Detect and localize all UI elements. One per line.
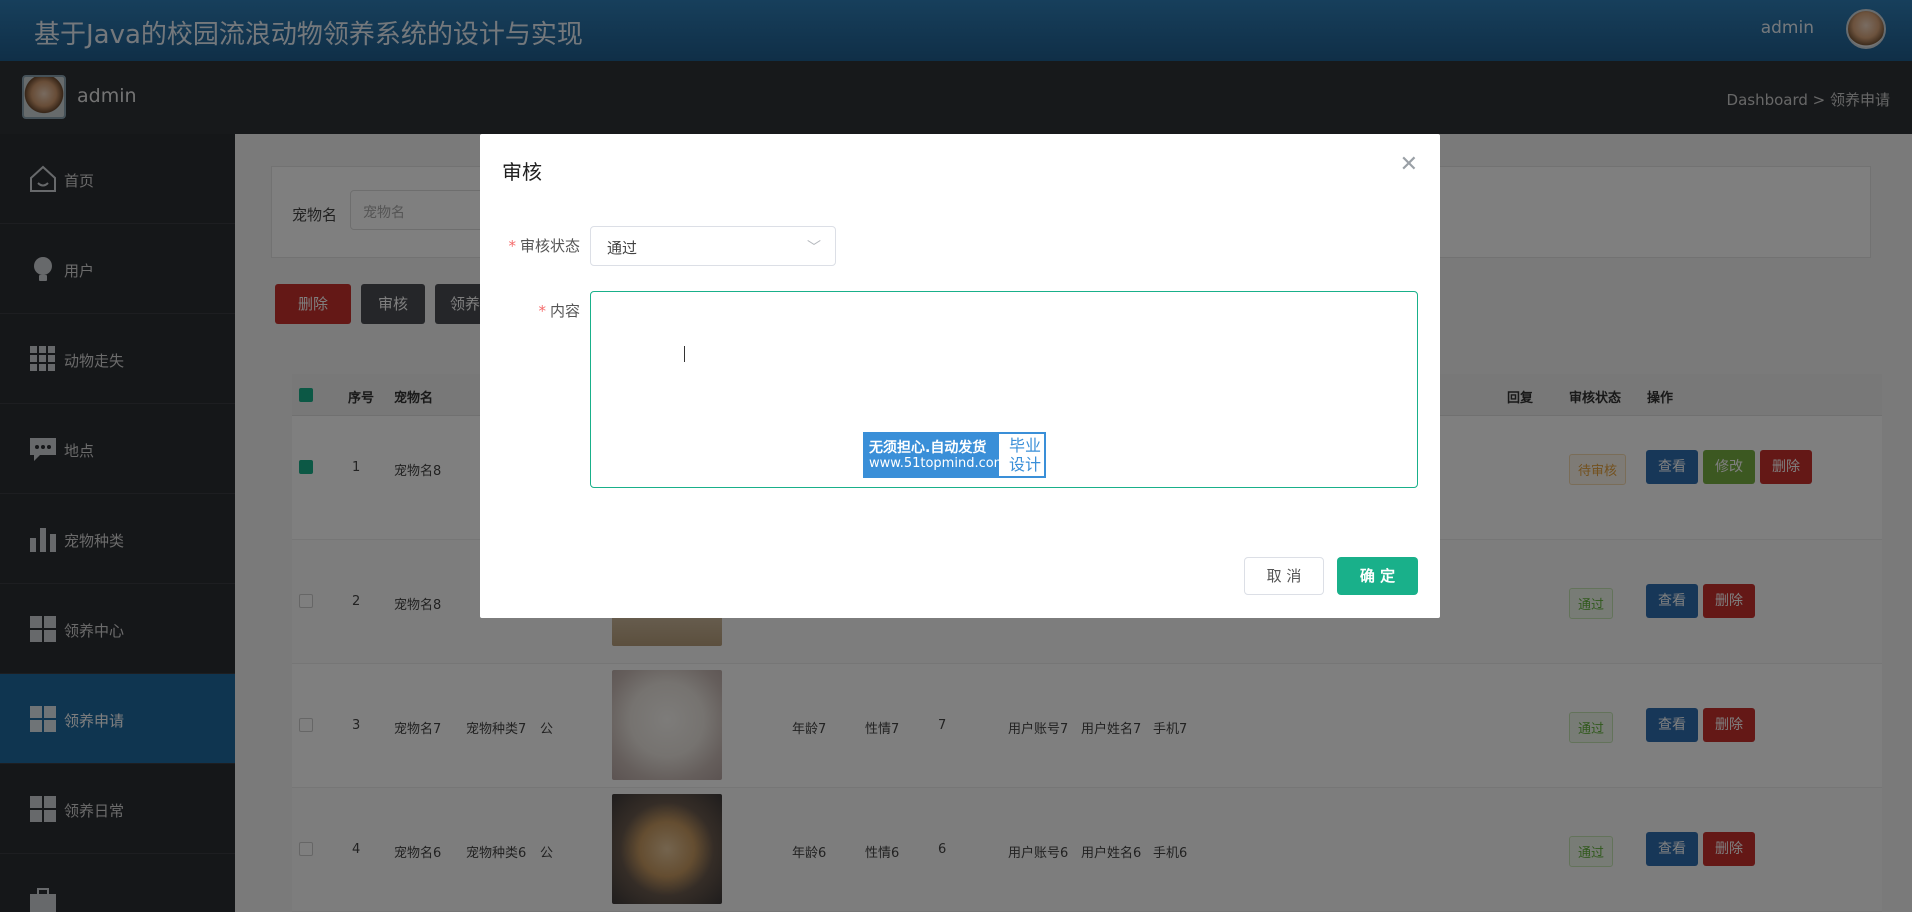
watermark-left: 无须担心.自动发货 www.51topmind.com bbox=[865, 434, 1006, 476]
confirm-button[interactable]: 确 定 bbox=[1337, 557, 1418, 595]
dialog-title: 审核 bbox=[502, 160, 542, 184]
required-mark: * bbox=[508, 237, 516, 255]
chevron-down-icon: ﹀ bbox=[807, 240, 821, 256]
watermark-stamp: 无须担心.自动发货 www.51topmind.com 毕业设计 bbox=[863, 432, 1046, 478]
text-cursor bbox=[684, 346, 685, 362]
close-icon[interactable]: ✕ bbox=[1400, 152, 1418, 177]
watermark-line2: www.51topmind.com bbox=[869, 456, 1007, 471]
cancel-button[interactable]: 取 消 bbox=[1244, 557, 1324, 595]
review-dialog: 审核 ✕ * 审核状态 通过 ﹀ * 内容 无须担心.自动发货 www.51topm… bbox=[480, 134, 1440, 618]
watermark-right: 毕业设计 bbox=[1008, 436, 1041, 474]
content-field-label: * 内容 bbox=[538, 302, 580, 320]
required-mark: * bbox=[538, 302, 546, 320]
status-field-label: * 审核状态 bbox=[508, 237, 580, 255]
watermark-line1: 无须担心.自动发货 bbox=[869, 440, 987, 456]
select-value: 通过 bbox=[607, 239, 638, 257]
review-status-select[interactable]: 通过 ﹀ bbox=[590, 226, 836, 266]
